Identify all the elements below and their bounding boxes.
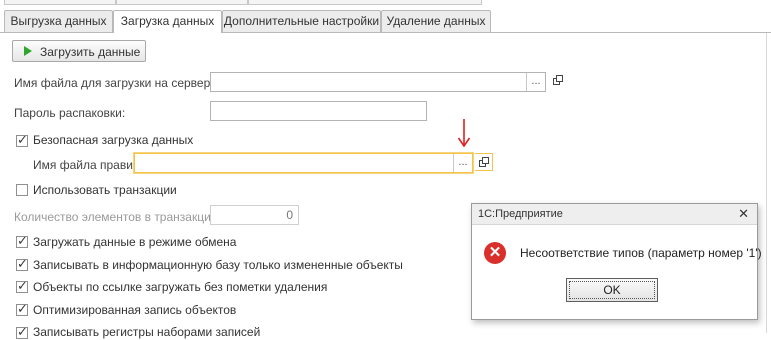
close-icon[interactable]: ✕ — [738, 204, 749, 224]
rules-file-select-button[interactable]: ... — [453, 154, 472, 172]
top-toolbar-segment — [4, 0, 116, 5]
option-checkbox-register-sets[interactable]: ✓ — [16, 324, 28, 339]
top-toolbar-remnant — [0, 0, 771, 8]
unpack-password-label: Пароль распаковки: — [14, 106, 126, 120]
dialog-title-bar: 1С:Предприятие ✕ — [472, 204, 757, 225]
load-data-button[interactable]: Загрузить данные — [12, 40, 146, 62]
red-down-arrow-icon — [457, 118, 471, 151]
ok-button-focus-ring — [569, 281, 655, 299]
checkmark-icon: ✓ — [17, 233, 28, 248]
checkmark-icon: ✓ — [17, 278, 28, 293]
server-file-label: Имя файла для загрузки на сервере: — [14, 76, 221, 90]
option-checkbox-changed-only[interactable]: ✓ — [16, 256, 28, 271]
option-label-register-sets: Записывать регистры наборами записей — [33, 325, 261, 339]
transaction-count-label: Количество элементов в транзакции: — [14, 210, 221, 224]
open-window-icon[interactable] — [475, 153, 493, 171]
option-label-exchange-mode: Загружать данные в режиме обмена — [33, 235, 237, 249]
option-checkbox-no-deletion-mark[interactable]: ✓ — [16, 278, 28, 293]
unpack-password-input[interactable] — [210, 101, 427, 121]
dialog-message: Несоответствие типов (параметр номер '1'… — [520, 246, 762, 260]
top-toolbar-segment — [116, 0, 248, 5]
tab-import[interactable]: Загрузка данных — [113, 10, 222, 33]
rules-file-input[interactable]: ... — [134, 153, 473, 173]
option-label-changed-only: Записывать в информационную базу только … — [33, 258, 403, 272]
option-checkbox-optimized-write[interactable]: ✓ — [16, 301, 28, 316]
error-icon: ✕ — [484, 242, 506, 264]
server-file-select-button[interactable]: ... — [526, 73, 545, 91]
transaction-count-input[interactable]: 0 — [210, 205, 299, 225]
transaction-count-value: 0 — [286, 208, 293, 222]
option-checkbox-exchange-mode[interactable]: ✓ — [16, 233, 28, 248]
use-transactions-checkbox[interactable] — [16, 184, 28, 196]
safe-load-checkbox[interactable]: ✓ — [16, 132, 28, 147]
checkmark-icon: ✓ — [17, 301, 28, 316]
tab-export[interactable]: Выгрузка данных — [4, 10, 113, 32]
ok-button[interactable]: OK — [566, 278, 658, 302]
play-icon — [23, 45, 33, 60]
checkmark-icon: ✓ — [17, 256, 28, 271]
safe-load-label: Безопасная загрузка данных — [33, 133, 194, 147]
checkmark-icon: ✓ — [17, 132, 28, 147]
server-file-input[interactable]: ... — [210, 72, 546, 92]
load-data-button-label: Загрузить данные — [40, 45, 141, 59]
use-transactions-label: Использовать транзакции — [33, 183, 177, 197]
checkmark-icon: ✓ — [17, 324, 28, 339]
top-toolbar-segment — [248, 0, 482, 5]
error-dialog: 1С:Предприятие ✕ ✕ Несоответствие типов … — [471, 203, 762, 320]
option-label-no-deletion-mark: Объекты по ссылке загружать без пометки … — [33, 280, 328, 294]
tab-additional-settings[interactable]: Дополнительные настройки — [222, 10, 381, 32]
rules-file-label: Имя файла правил: — [33, 158, 144, 172]
form-right-border — [766, 33, 767, 333]
open-window-icon[interactable] — [550, 73, 566, 91]
dialog-title: 1С:Предприятие — [478, 208, 563, 220]
tab-delete-data[interactable]: Удаление данных — [381, 10, 491, 32]
option-label-optimized-write: Оптимизированная запись объектов — [33, 303, 237, 317]
